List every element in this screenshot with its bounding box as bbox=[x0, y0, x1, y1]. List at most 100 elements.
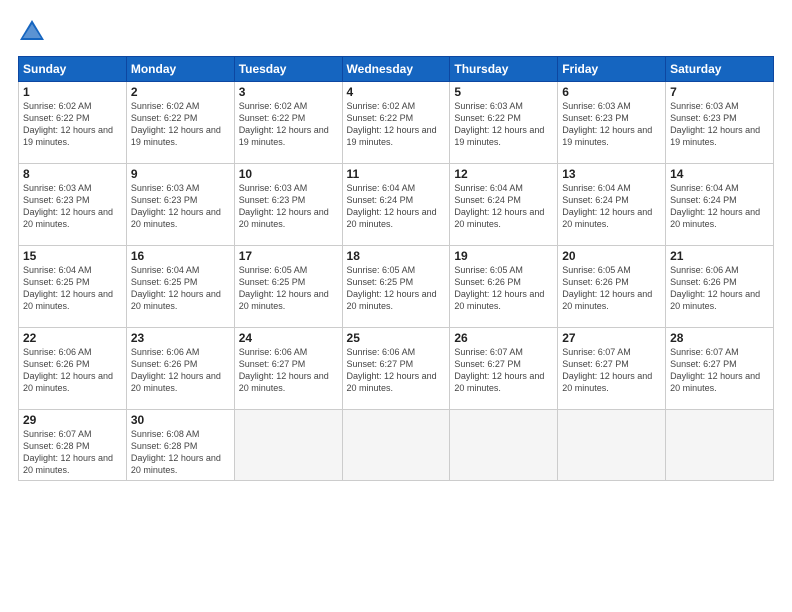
day-number: 18 bbox=[347, 249, 446, 263]
col-sunday: Sunday bbox=[19, 57, 127, 82]
day-number: 10 bbox=[239, 167, 338, 181]
calendar-week-row: 22 Sunrise: 6:06 AM Sunset: 6:26 PM Dayl… bbox=[19, 328, 774, 410]
calendar-cell: 2 Sunrise: 6:02 AM Sunset: 6:22 PM Dayli… bbox=[126, 82, 234, 164]
day-info: Sunrise: 6:07 AM Sunset: 6:27 PM Dayligh… bbox=[562, 346, 661, 395]
day-number: 4 bbox=[347, 85, 446, 99]
day-info: Sunrise: 6:05 AM Sunset: 6:25 PM Dayligh… bbox=[347, 264, 446, 313]
day-info: Sunrise: 6:03 AM Sunset: 6:23 PM Dayligh… bbox=[131, 182, 230, 231]
day-number: 24 bbox=[239, 331, 338, 345]
calendar-cell: 8 Sunrise: 6:03 AM Sunset: 6:23 PM Dayli… bbox=[19, 164, 127, 246]
calendar-cell: 15 Sunrise: 6:04 AM Sunset: 6:25 PM Dayl… bbox=[19, 246, 127, 328]
day-info: Sunrise: 6:02 AM Sunset: 6:22 PM Dayligh… bbox=[239, 100, 338, 149]
calendar-cell bbox=[450, 410, 558, 481]
calendar-cell: 11 Sunrise: 6:04 AM Sunset: 6:24 PM Dayl… bbox=[342, 164, 450, 246]
day-info: Sunrise: 6:05 AM Sunset: 6:26 PM Dayligh… bbox=[454, 264, 553, 313]
calendar-cell: 25 Sunrise: 6:06 AM Sunset: 6:27 PM Dayl… bbox=[342, 328, 450, 410]
day-number: 13 bbox=[562, 167, 661, 181]
calendar-header-row: Sunday Monday Tuesday Wednesday Thursday… bbox=[19, 57, 774, 82]
day-info: Sunrise: 6:02 AM Sunset: 6:22 PM Dayligh… bbox=[347, 100, 446, 149]
day-info: Sunrise: 6:04 AM Sunset: 6:25 PM Dayligh… bbox=[131, 264, 230, 313]
day-number: 30 bbox=[131, 413, 230, 427]
calendar-cell: 3 Sunrise: 6:02 AM Sunset: 6:22 PM Dayli… bbox=[234, 82, 342, 164]
day-number: 20 bbox=[562, 249, 661, 263]
day-number: 25 bbox=[347, 331, 446, 345]
day-number: 9 bbox=[131, 167, 230, 181]
calendar-cell: 26 Sunrise: 6:07 AM Sunset: 6:27 PM Dayl… bbox=[450, 328, 558, 410]
day-info: Sunrise: 6:05 AM Sunset: 6:26 PM Dayligh… bbox=[562, 264, 661, 313]
day-info: Sunrise: 6:08 AM Sunset: 6:28 PM Dayligh… bbox=[131, 428, 230, 477]
calendar-cell bbox=[234, 410, 342, 481]
col-wednesday: Wednesday bbox=[342, 57, 450, 82]
calendar-cell bbox=[342, 410, 450, 481]
calendar-table: Sunday Monday Tuesday Wednesday Thursday… bbox=[18, 56, 774, 481]
calendar-cell: 23 Sunrise: 6:06 AM Sunset: 6:26 PM Dayl… bbox=[126, 328, 234, 410]
day-number: 17 bbox=[239, 249, 338, 263]
day-number: 29 bbox=[23, 413, 122, 427]
day-number: 1 bbox=[23, 85, 122, 99]
day-info: Sunrise: 6:04 AM Sunset: 6:25 PM Dayligh… bbox=[23, 264, 122, 313]
calendar-cell: 17 Sunrise: 6:05 AM Sunset: 6:25 PM Dayl… bbox=[234, 246, 342, 328]
calendar-cell: 21 Sunrise: 6:06 AM Sunset: 6:26 PM Dayl… bbox=[666, 246, 774, 328]
day-number: 21 bbox=[670, 249, 769, 263]
calendar-cell: 10 Sunrise: 6:03 AM Sunset: 6:23 PM Dayl… bbox=[234, 164, 342, 246]
calendar-cell: 1 Sunrise: 6:02 AM Sunset: 6:22 PM Dayli… bbox=[19, 82, 127, 164]
day-number: 12 bbox=[454, 167, 553, 181]
day-info: Sunrise: 6:03 AM Sunset: 6:22 PM Dayligh… bbox=[454, 100, 553, 149]
day-number: 11 bbox=[347, 167, 446, 181]
day-info: Sunrise: 6:06 AM Sunset: 6:26 PM Dayligh… bbox=[131, 346, 230, 395]
day-number: 8 bbox=[23, 167, 122, 181]
calendar-cell: 19 Sunrise: 6:05 AM Sunset: 6:26 PM Dayl… bbox=[450, 246, 558, 328]
day-info: Sunrise: 6:07 AM Sunset: 6:27 PM Dayligh… bbox=[670, 346, 769, 395]
day-info: Sunrise: 6:02 AM Sunset: 6:22 PM Dayligh… bbox=[131, 100, 230, 149]
calendar-cell: 28 Sunrise: 6:07 AM Sunset: 6:27 PM Dayl… bbox=[666, 328, 774, 410]
calendar-cell: 13 Sunrise: 6:04 AM Sunset: 6:24 PM Dayl… bbox=[558, 164, 666, 246]
calendar-cell: 5 Sunrise: 6:03 AM Sunset: 6:22 PM Dayli… bbox=[450, 82, 558, 164]
calendar-cell: 24 Sunrise: 6:06 AM Sunset: 6:27 PM Dayl… bbox=[234, 328, 342, 410]
day-number: 7 bbox=[670, 85, 769, 99]
day-info: Sunrise: 6:06 AM Sunset: 6:27 PM Dayligh… bbox=[239, 346, 338, 395]
calendar-cell: 29 Sunrise: 6:07 AM Sunset: 6:28 PM Dayl… bbox=[19, 410, 127, 481]
day-info: Sunrise: 6:07 AM Sunset: 6:28 PM Dayligh… bbox=[23, 428, 122, 477]
day-number: 15 bbox=[23, 249, 122, 263]
day-info: Sunrise: 6:06 AM Sunset: 6:26 PM Dayligh… bbox=[23, 346, 122, 395]
calendar-cell: 20 Sunrise: 6:05 AM Sunset: 6:26 PM Dayl… bbox=[558, 246, 666, 328]
day-number: 23 bbox=[131, 331, 230, 345]
logo-icon bbox=[18, 18, 46, 46]
day-info: Sunrise: 6:07 AM Sunset: 6:27 PM Dayligh… bbox=[454, 346, 553, 395]
col-tuesday: Tuesday bbox=[234, 57, 342, 82]
calendar-cell: 6 Sunrise: 6:03 AM Sunset: 6:23 PM Dayli… bbox=[558, 82, 666, 164]
calendar-cell: 30 Sunrise: 6:08 AM Sunset: 6:28 PM Dayl… bbox=[126, 410, 234, 481]
calendar-cell: 27 Sunrise: 6:07 AM Sunset: 6:27 PM Dayl… bbox=[558, 328, 666, 410]
calendar-cell: 4 Sunrise: 6:02 AM Sunset: 6:22 PM Dayli… bbox=[342, 82, 450, 164]
calendar-cell bbox=[558, 410, 666, 481]
day-number: 2 bbox=[131, 85, 230, 99]
calendar-cell: 9 Sunrise: 6:03 AM Sunset: 6:23 PM Dayli… bbox=[126, 164, 234, 246]
day-info: Sunrise: 6:04 AM Sunset: 6:24 PM Dayligh… bbox=[347, 182, 446, 231]
day-info: Sunrise: 6:04 AM Sunset: 6:24 PM Dayligh… bbox=[670, 182, 769, 231]
calendar-cell: 16 Sunrise: 6:04 AM Sunset: 6:25 PM Dayl… bbox=[126, 246, 234, 328]
day-info: Sunrise: 6:03 AM Sunset: 6:23 PM Dayligh… bbox=[670, 100, 769, 149]
day-number: 14 bbox=[670, 167, 769, 181]
day-info: Sunrise: 6:03 AM Sunset: 6:23 PM Dayligh… bbox=[562, 100, 661, 149]
calendar-cell bbox=[666, 410, 774, 481]
day-number: 22 bbox=[23, 331, 122, 345]
calendar-week-row: 1 Sunrise: 6:02 AM Sunset: 6:22 PM Dayli… bbox=[19, 82, 774, 164]
day-number: 28 bbox=[670, 331, 769, 345]
day-info: Sunrise: 6:03 AM Sunset: 6:23 PM Dayligh… bbox=[23, 182, 122, 231]
logo bbox=[18, 18, 50, 46]
calendar-cell: 18 Sunrise: 6:05 AM Sunset: 6:25 PM Dayl… bbox=[342, 246, 450, 328]
calendar-week-row: 15 Sunrise: 6:04 AM Sunset: 6:25 PM Dayl… bbox=[19, 246, 774, 328]
col-saturday: Saturday bbox=[666, 57, 774, 82]
day-number: 19 bbox=[454, 249, 553, 263]
day-number: 5 bbox=[454, 85, 553, 99]
day-number: 26 bbox=[454, 331, 553, 345]
day-number: 16 bbox=[131, 249, 230, 263]
col-monday: Monday bbox=[126, 57, 234, 82]
day-info: Sunrise: 6:05 AM Sunset: 6:25 PM Dayligh… bbox=[239, 264, 338, 313]
page: Sunday Monday Tuesday Wednesday Thursday… bbox=[0, 0, 792, 612]
header bbox=[18, 18, 774, 46]
col-friday: Friday bbox=[558, 57, 666, 82]
col-thursday: Thursday bbox=[450, 57, 558, 82]
calendar-cell: 7 Sunrise: 6:03 AM Sunset: 6:23 PM Dayli… bbox=[666, 82, 774, 164]
calendar-week-row: 8 Sunrise: 6:03 AM Sunset: 6:23 PM Dayli… bbox=[19, 164, 774, 246]
